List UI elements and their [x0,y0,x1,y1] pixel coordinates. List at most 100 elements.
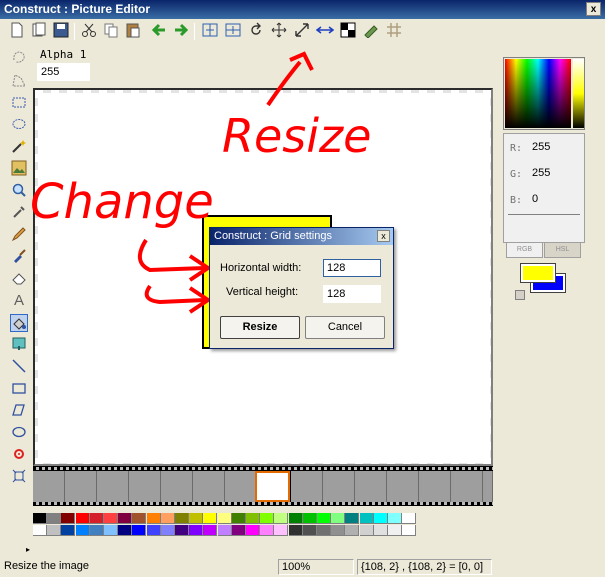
zoom-icon[interactable] [10,182,28,200]
palette-swatch[interactable] [47,513,62,524]
window-close-button[interactable]: x [586,2,601,16]
expand-arrow-icon[interactable]: ▸ [26,545,30,554]
ellipse-icon[interactable] [10,424,28,442]
palette-swatch[interactable] [373,513,388,524]
palette-swatch[interactable] [175,513,189,524]
ellipse-select-icon[interactable] [10,116,28,134]
palette-swatch[interactable] [359,525,374,536]
palette-swatch[interactable] [104,525,118,536]
hash-grid-icon[interactable] [385,22,403,40]
flip-vertical-icon[interactable] [224,22,242,40]
resize-button[interactable]: Resize [220,316,300,339]
palette-swatch[interactable] [388,525,402,536]
crop-icon[interactable] [270,22,288,40]
cancel-button[interactable]: Cancel [305,316,385,339]
eyedropper-icon[interactable] [10,204,28,222]
palette-swatch[interactable] [33,525,47,536]
palette-swatch[interactable] [118,525,133,536]
polygon-select-icon[interactable] [10,72,28,90]
film-frame[interactable] [129,471,161,502]
palette-swatch[interactable] [61,513,76,524]
polygon-icon[interactable] [10,402,28,420]
palette-swatch[interactable] [231,513,246,524]
palette-swatch[interactable] [75,525,90,536]
grid-icon[interactable] [315,22,335,40]
palette-swatch[interactable] [260,513,275,524]
palette-swatch[interactable] [189,513,204,524]
flip-horizontal-icon[interactable] [201,22,219,40]
undo-icon[interactable] [150,22,168,40]
film-frame[interactable] [193,471,225,502]
film-frame[interactable] [33,471,65,502]
film-frame[interactable] [451,471,483,502]
film-frame[interactable] [161,471,193,502]
open-icon[interactable] [30,22,48,40]
b-value[interactable]: 0 [532,193,538,205]
palette-swatch[interactable] [217,525,232,536]
rect-select-icon[interactable] [10,94,28,112]
palette-swatch[interactable] [288,525,303,536]
new-icon[interactable] [8,22,26,40]
resize-icon[interactable] [293,22,311,40]
magic-wand-icon[interactable] [10,138,28,156]
palette-swatch[interactable] [132,513,147,524]
cut-icon[interactable] [80,22,98,40]
palette-swatch[interactable] [402,513,417,524]
palette-swatch[interactable] [288,513,303,524]
film-frame[interactable] [225,471,257,502]
rotate-icon[interactable] [247,22,265,40]
hotspot-icon[interactable] [10,336,28,354]
film-frame-current[interactable] [255,471,290,502]
g-value[interactable]: 255 [532,167,550,179]
palette-swatch[interactable] [33,513,47,524]
palette-swatch[interactable] [118,513,133,524]
palette-swatch[interactable] [146,525,161,536]
color-palette[interactable] [33,513,418,538]
palette-swatch[interactable] [89,513,104,524]
palette-swatch[interactable] [302,525,317,536]
palette-swatch[interactable] [331,513,346,524]
film-frame[interactable] [419,471,451,502]
palette-swatch[interactable] [331,525,346,536]
brightness-slider[interactable] [573,59,584,128]
fill-icon[interactable] [10,314,28,332]
palette-swatch[interactable] [302,513,317,524]
transform-icon[interactable] [10,468,28,486]
palette-swatch[interactable] [132,525,147,536]
eraser-icon[interactable] [10,270,28,288]
horizontal-width-input[interactable]: 128 [323,259,381,277]
film-frame[interactable] [65,471,97,502]
film-frame[interactable] [483,471,493,502]
palette-swatch[interactable] [246,525,260,536]
effects-icon[interactable] [362,22,380,40]
line-icon[interactable] [10,358,28,376]
text-icon[interactable]: A [10,292,28,310]
copy-icon[interactable] [102,22,120,40]
palette-swatch[interactable] [317,525,331,536]
alpha-input[interactable]: 255 [37,63,90,81]
palette-swatch[interactable] [47,525,62,536]
vertical-height-input[interactable]: 128 [323,285,381,303]
palette-swatch[interactable] [203,513,218,524]
animation-filmstrip[interactable] [33,466,493,506]
brush-icon[interactable] [10,248,28,266]
film-frame[interactable] [291,471,323,502]
color-picker[interactable] [503,57,585,130]
palette-swatch[interactable] [260,525,275,536]
palette-swatch[interactable] [175,525,189,536]
dialog-close-button[interactable]: x [377,230,390,242]
palette-swatch[interactable] [274,513,289,524]
redo-icon[interactable] [172,22,190,40]
palette-swatch[interactable] [231,525,246,536]
paste-icon[interactable] [124,22,142,40]
lasso-icon[interactable] [10,50,28,68]
hue-spectrum[interactable] [505,59,571,128]
film-frame[interactable] [355,471,387,502]
image-icon[interactable] [10,160,28,178]
palette-swatch[interactable] [274,525,289,536]
film-frame[interactable] [323,471,355,502]
palette-swatch[interactable] [104,513,118,524]
palette-swatch[interactable] [203,525,218,536]
palette-swatch[interactable] [345,513,360,524]
swap-colors-icon[interactable] [515,290,525,300]
